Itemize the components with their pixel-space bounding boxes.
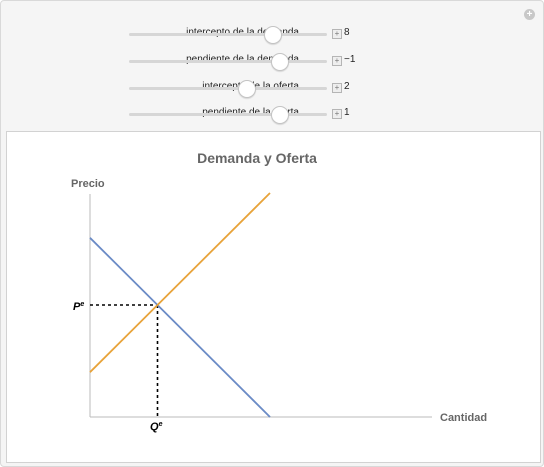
supply-demand-chart: Demanda y Oferta Precio Cantidad Pe Qe <box>71 150 487 433</box>
supply-intercept-value: 2 <box>344 81 350 92</box>
y-axis-label: Precio <box>71 178 105 190</box>
demand-intercept-plus-icon[interactable]: + <box>332 29 342 39</box>
supply-slope-value: 1 <box>344 107 350 118</box>
supply-slope-slider-thumb[interactable] <box>271 106 290 124</box>
demand-intercept-value: 8 <box>344 27 350 38</box>
control-supply-slope: pendiente de la oferta + 1 <box>1 104 421 124</box>
demand-slope-slider[interactable] <box>129 53 327 71</box>
equilibrium-quantity-label: Qe <box>150 421 163 433</box>
control-supply-intercept: intercepto de la oferta + 2 <box>1 78 421 98</box>
equilibrium-quantity-superscript: e <box>159 421 163 428</box>
chart-title: Demanda y Oferta <box>197 150 317 166</box>
add-plus-icon[interactable]: + <box>524 9 535 20</box>
manipulate-panel: + intercepto de la demanda + 8 pendiente… <box>0 0 544 467</box>
equilibrium-price-superscript: e <box>80 301 84 308</box>
demand-slope-slider-thumb[interactable] <box>271 53 290 71</box>
supply-intercept-slider-thumb[interactable] <box>237 80 256 98</box>
supply-curve <box>89 192 271 373</box>
x-axis-label: Cantidad <box>440 412 487 424</box>
demand-curve <box>89 237 271 418</box>
supply-slope-plus-icon[interactable]: + <box>332 109 342 119</box>
demand-intercept-slider[interactable] <box>129 26 327 44</box>
supply-intercept-plus-icon[interactable]: + <box>332 83 342 93</box>
equilibrium-price-label: Pe <box>73 301 84 313</box>
plot-area: Demanda y Oferta Precio Cantidad Pe Qe <box>6 131 541 463</box>
demand-slope-plus-icon[interactable]: + <box>332 56 342 66</box>
demand-intercept-slider-thumb[interactable] <box>263 26 282 44</box>
supply-slope-slider[interactable] <box>129 106 327 124</box>
control-demand-intercept: intercepto de la demanda + 8 <box>1 24 421 44</box>
demand-slope-value: −1 <box>344 54 356 65</box>
supply-intercept-slider[interactable] <box>129 80 327 98</box>
control-demand-slope: pendiente de la demanda + −1 <box>1 51 421 71</box>
